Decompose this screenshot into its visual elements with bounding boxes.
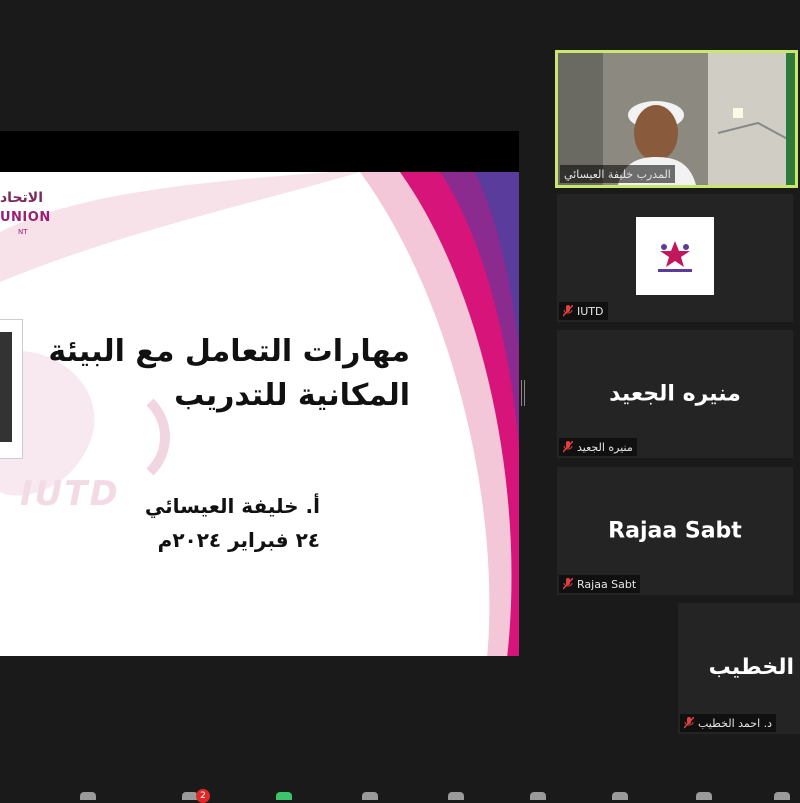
participant-name-tag: د. احمد الخطيب bbox=[680, 714, 777, 732]
participant-name: Rajaa Sabt bbox=[577, 577, 637, 591]
participant-name-tag: منيره الجعيد bbox=[559, 438, 637, 456]
reactions-icon[interactable] bbox=[448, 792, 464, 800]
mic-muted-icon bbox=[563, 578, 573, 590]
apps-icon[interactable] bbox=[530, 792, 546, 800]
participant-name: منيره الجعيد bbox=[577, 440, 633, 454]
participant-tile-munira[interactable]: منيره الجعيد منيره الجعيد bbox=[557, 330, 793, 458]
participant-tile-ahmad[interactable]: الخطيب د. احمد الخطيب bbox=[678, 603, 800, 734]
participant-name-tag: Rajaa Sabt bbox=[559, 575, 641, 593]
more-icon[interactable] bbox=[774, 792, 790, 800]
panel-resize-handle[interactable] bbox=[521, 380, 525, 406]
iutd-avatar-logo bbox=[636, 217, 714, 295]
notes-icon[interactable] bbox=[696, 792, 712, 800]
mic-muted-icon bbox=[563, 441, 573, 453]
participant-name: IUTD bbox=[577, 304, 604, 318]
slide-author: أ. خليفة العيسائي bbox=[144, 494, 320, 518]
participant-display-name: منيره الجعيد bbox=[609, 381, 741, 407]
star-logo-icon bbox=[658, 241, 692, 272]
slide-photo bbox=[0, 320, 22, 458]
participant-name: د. احمد الخطيب bbox=[698, 716, 773, 730]
whiteboard-icon[interactable] bbox=[612, 792, 628, 800]
participant-display-name: الخطيب bbox=[708, 655, 794, 680]
participant-tile-rajaa[interactable]: Rajaa Sabt Rajaa Sabt bbox=[557, 467, 793, 595]
logo-subtitle-text: NT bbox=[18, 228, 28, 236]
slide-date: ٢٤ فبراير ٢٠٢٤م bbox=[157, 528, 320, 552]
slide-title-line-1: مهارات التعامل مع البيئة bbox=[48, 334, 410, 369]
slide-title: مهارات التعامل مع البيئة المكانية للتدري… bbox=[40, 330, 410, 418]
logo-english-text: UNION bbox=[0, 210, 51, 225]
participant-display-name: Rajaa Sabt bbox=[608, 518, 742, 544]
participant-name-tag: IUTD bbox=[559, 302, 608, 320]
speaker-name-tag: المدرب خليفة العيسائي bbox=[560, 165, 675, 183]
share-screen-icon[interactable] bbox=[276, 792, 292, 800]
watermark-text: IUTD bbox=[20, 474, 120, 514]
shared-screen[interactable]: الاتحاد UNION NT IUTD مهارات التعامل مع … bbox=[0, 131, 519, 656]
participants-icon[interactable] bbox=[80, 792, 96, 800]
record-icon[interactable] bbox=[362, 792, 378, 800]
active-speaker-video[interactable]: المدرب خليفة العيسائي bbox=[555, 50, 798, 188]
mic-muted-icon bbox=[563, 305, 573, 317]
slide-title-line-2: المكانية للتدريب bbox=[174, 378, 410, 413]
mic-muted-icon bbox=[684, 717, 694, 729]
logo-arabic-text: الاتحاد bbox=[0, 190, 44, 206]
presentation-slide: الاتحاد UNION NT IUTD مهارات التعامل مع … bbox=[0, 172, 519, 656]
speaker-name: المدرب خليفة العيسائي bbox=[564, 167, 671, 181]
chat-badge: 2 bbox=[196, 789, 210, 803]
participant-tile-iutd[interactable]: IUTD bbox=[557, 194, 793, 322]
